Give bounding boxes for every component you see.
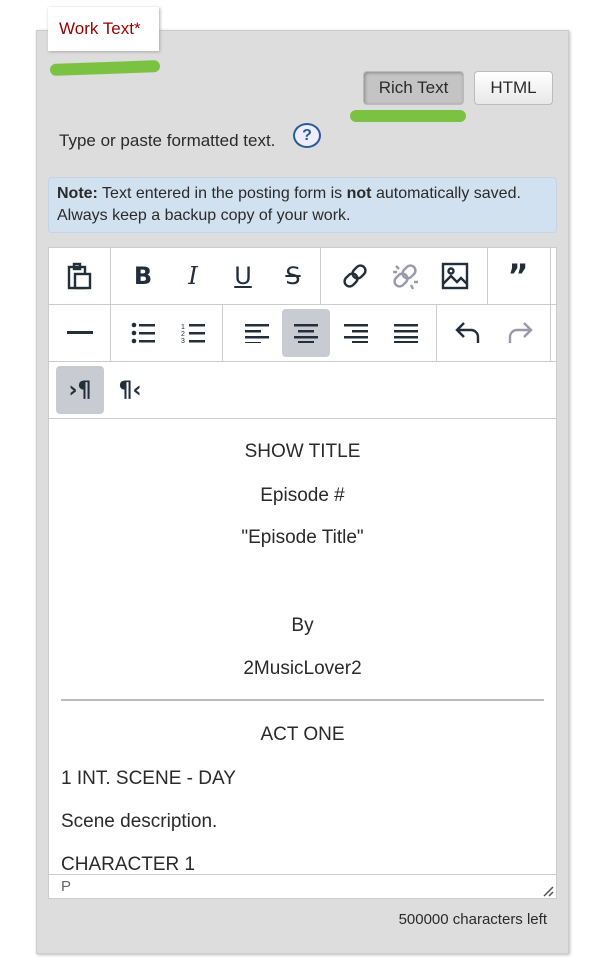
content-line: By (291, 615, 314, 636)
ltr-icon[interactable]: ›¶ (56, 366, 104, 414)
rich-text-button[interactable]: Rich Text (363, 71, 464, 105)
numbered-list-icon[interactable]: 123 (169, 309, 217, 357)
content-line: ACT ONE (260, 724, 345, 745)
content-line: "Episode Title" (241, 527, 364, 548)
rtl-icon[interactable]: ¶‹ (106, 366, 154, 414)
content-line: 1 INT. SCENE - DAY (61, 768, 236, 789)
rich-text-editor: B I U S ” 123 ›¶ ¶‹ SHOW TITLE Episode #… (48, 247, 557, 899)
align-left-icon[interactable] (233, 309, 281, 357)
note-text: Text entered in the posting form is (97, 185, 347, 202)
note-bold: not (346, 185, 372, 202)
blockquote-icon[interactable]: ” (494, 252, 542, 300)
editor-content[interactable]: SHOW TITLE Episode # "Episode Title" By … (49, 419, 556, 874)
underline-icon[interactable]: U (219, 252, 267, 300)
bullet-list-icon[interactable] (119, 309, 167, 357)
align-right-icon[interactable] (332, 309, 380, 357)
help-icon[interactable]: ? (293, 123, 321, 148)
horizontal-rule-icon[interactable] (56, 309, 104, 357)
highlight-mark (350, 110, 466, 122)
svg-text:2: 2 (181, 331, 185, 338)
content-line: Episode # (260, 485, 345, 506)
unlink-icon[interactable] (381, 252, 429, 300)
toolbar-row-1: B I U S ” (49, 248, 556, 305)
link-icon[interactable] (331, 252, 379, 300)
toolbar-row-2: 123 (49, 305, 556, 362)
content-line: Scene description. (61, 811, 218, 832)
redo-icon[interactable] (496, 309, 544, 357)
justify-icon[interactable] (382, 309, 430, 357)
characters-left: 500000 characters left (398, 911, 547, 928)
svg-text:1: 1 (181, 324, 185, 331)
paste-icon[interactable] (56, 252, 104, 300)
hint-text: Type or paste formatted text. (59, 131, 276, 150)
image-icon[interactable] (431, 252, 479, 300)
note-label: Note: (57, 185, 98, 202)
element-path-label[interactable]: P (61, 878, 71, 895)
resize-handle-icon[interactable] (542, 885, 554, 897)
undo-icon[interactable] (444, 309, 492, 357)
element-path: P (49, 874, 556, 899)
svg-text:3: 3 (181, 338, 185, 344)
bold-icon[interactable]: B (119, 252, 167, 300)
work-text-legend: Work Text* (48, 7, 159, 51)
italic-icon[interactable]: I (169, 252, 217, 300)
toolbar-row-3: ›¶ ¶‹ (49, 362, 556, 419)
content-line: SHOW TITLE (244, 441, 361, 462)
align-center-icon[interactable] (282, 309, 330, 357)
content-line: 2MusicLover2 (243, 658, 362, 679)
strikethrough-icon[interactable]: S (269, 252, 317, 300)
html-button[interactable]: HTML (474, 71, 553, 105)
content-line: CHARACTER 1 (61, 854, 196, 874)
note-box: Note: Text entered in the posting form i… (48, 177, 557, 233)
content-divider (61, 699, 544, 701)
